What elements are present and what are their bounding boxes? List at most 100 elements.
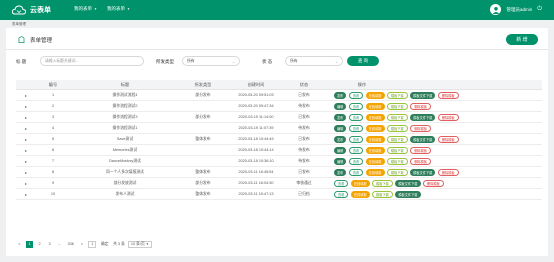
expand-row-icon[interactable]: ▸	[16, 189, 36, 199]
col-type: 所发类型	[194, 81, 212, 87]
goto-confirm-button[interactable]: 确定	[99, 241, 110, 248]
title-search-input[interactable]: 请输入标题关键词...	[40, 56, 144, 66]
cell-type: 整体发布	[195, 169, 211, 174]
action-button[interactable]: 模板下载	[372, 179, 393, 187]
page-last[interactable]: 336	[66, 241, 75, 248]
action-button[interactable]: 查看	[348, 168, 364, 176]
table-row: ▸ 3 操作流程测试3 部分发布 2020-03-19 11:14:00 已发布 发布 查看在…	[16, 112, 542, 123]
action-button[interactable]: 发布	[334, 168, 347, 176]
new-button[interactable]: 新 增	[506, 34, 538, 45]
action-button[interactable]: 查看	[334, 190, 349, 198]
page-size-select[interactable]: 10 条/页 ▼	[127, 240, 152, 248]
action-button[interactable]: 发布	[334, 91, 347, 99]
action-button[interactable]: 发布	[334, 113, 347, 121]
expand-row-icon[interactable]: ▸	[16, 101, 36, 111]
expand-row-icon[interactable]: ▸	[16, 178, 36, 188]
action-button[interactable]: 查看	[348, 102, 364, 110]
action-button[interactable]: 模板文件下载	[395, 179, 421, 187]
action-button[interactable]: 模板下载	[387, 102, 408, 110]
action-button[interactable]: 发布	[334, 135, 347, 143]
action-button[interactable]: 删除模板	[437, 91, 459, 99]
action-button[interactable]: 模板下载	[387, 113, 408, 121]
expand-row-icon[interactable]: ▸	[16, 90, 36, 100]
action-button[interactable]: 在线填报	[365, 146, 385, 154]
status-select[interactable]: 所有 ⌄	[285, 56, 343, 66]
action-button[interactable]: 在线填报	[350, 179, 370, 187]
table-row: ▸ 7 DanceMonkey测试 2020-03-18 10:36:10 待发布 编辑查…	[16, 156, 542, 167]
action-button[interactable]: 在线填报	[350, 190, 370, 198]
chevron-down-icon: ⌄	[334, 60, 338, 64]
action-button[interactable]: 模板下载	[387, 135, 408, 143]
action-button[interactable]: 在线填报	[365, 113, 385, 121]
action-button[interactable]: 模板下载	[387, 157, 408, 165]
action-button[interactable]: 在线填报	[365, 168, 385, 176]
next-page-button[interactable]: >	[78, 241, 85, 248]
action-button[interactable]: 模板文件下载	[410, 135, 436, 143]
topnav-item-1[interactable]: 我的表单 ▼	[74, 6, 97, 12]
action-button[interactable]: 查看	[348, 113, 364, 121]
action-button[interactable]: 删除模板	[437, 168, 459, 176]
action-button[interactable]: 模板文件下载	[395, 190, 421, 198]
action-button[interactable]: 在线填报	[365, 91, 385, 99]
action-button[interactable]: 删除模板	[410, 124, 431, 132]
action-button[interactable]: 删除模板	[437, 113, 459, 121]
action-button[interactable]: 删除模板	[410, 102, 431, 110]
action-button[interactable]: 模板文件下载	[410, 168, 436, 176]
cell-type: 整体发布	[195, 136, 211, 141]
page-2[interactable]: 2	[36, 241, 43, 248]
action-button[interactable]: 删除模板	[437, 135, 459, 143]
action-button[interactable]: 查看	[348, 124, 364, 132]
table-row: ▸ 4 操作流程测试1 2020-03-19 11:07:39 待发布 编辑 查看 在线填报模…	[16, 123, 542, 134]
action-button[interactable]: 删除模板	[423, 179, 444, 187]
action-button[interactable]: 查看	[348, 91, 364, 99]
page-3[interactable]: 3	[46, 241, 53, 248]
action-button[interactable]: 查看	[334, 179, 349, 187]
action-button[interactable]: 删除模板	[410, 146, 431, 154]
action-button[interactable]: 在线填报	[365, 124, 385, 132]
main-panel: 表单管理 新 增 标 题 请输入标题关键词... 所发类型 所有 ⌄ 状 态 所…	[6, 28, 548, 256]
cell-number: 4	[51, 126, 55, 130]
action-button[interactable]: 编辑	[334, 146, 347, 154]
page-1[interactable]: 1	[26, 240, 33, 248]
row-actions: 编辑 查看 在线填报 模板下载 删除模板	[334, 156, 542, 166]
cell-status: 审核通过	[296, 180, 312, 185]
action-button[interactable]: 查看	[348, 146, 364, 154]
goto-page-input[interactable]: 1	[88, 240, 97, 248]
action-button[interactable]: 编辑	[334, 124, 347, 132]
action-button[interactable]: 在线填报	[365, 157, 385, 165]
topnav-item-2[interactable]: 我的表单 ▼	[107, 6, 130, 12]
action-button[interactable]: 在线填报	[365, 102, 385, 110]
action-button[interactable]: 在线填报	[365, 135, 385, 143]
prev-page-button[interactable]: <	[16, 241, 23, 248]
row-actions: 发布 查看 在线填报 模板下载 模板文件下载 删除模板	[334, 112, 542, 122]
action-button[interactable]: 模板文件下载	[410, 91, 436, 99]
logout-icon[interactable]: ⏻	[537, 6, 542, 13]
expand-row-icon[interactable]: ▸	[16, 112, 36, 122]
action-button[interactable]: 查看	[348, 157, 364, 165]
cell-title: 同一个人多次填报测试	[106, 169, 144, 174]
expand-row-icon[interactable]: ▸	[16, 123, 36, 133]
cell-number: 2	[51, 104, 55, 108]
app-logo[interactable]: 云表单	[12, 4, 51, 16]
expand-row-icon[interactable]: ▸	[16, 134, 36, 144]
action-button[interactable]: 模板下载	[387, 124, 408, 132]
action-button[interactable]: 模板下载	[372, 190, 393, 198]
action-button[interactable]: 查看	[348, 135, 364, 143]
action-button[interactable]: 模板文件下载	[410, 113, 436, 121]
search-button[interactable]: 查 询	[347, 56, 379, 66]
expand-row-icon[interactable]: ▸	[16, 167, 36, 177]
action-button[interactable]: 编辑	[334, 102, 347, 110]
expand-row-icon[interactable]: ▸	[16, 156, 36, 166]
type-select[interactable]: 所有 ⌄	[182, 56, 240, 66]
expand-row-icon[interactable]: ▸	[16, 145, 36, 155]
cell-title: 操作流程测试3	[112, 114, 138, 119]
avatar[interactable]	[490, 4, 502, 15]
action-button[interactable]: 编辑	[334, 157, 347, 165]
user-menu[interactable]: 管理员admin ⏻	[490, 4, 542, 15]
cell-created: 2020-03-11 16:04:30	[238, 181, 274, 185]
action-button[interactable]: 模板下载	[387, 91, 408, 99]
cell-created: 2020-03-11 16:45:54	[238, 170, 274, 174]
action-button[interactable]: 模板下载	[387, 146, 408, 154]
action-button[interactable]: 模板下载	[387, 168, 408, 176]
action-button[interactable]: 删除模板	[410, 157, 431, 165]
